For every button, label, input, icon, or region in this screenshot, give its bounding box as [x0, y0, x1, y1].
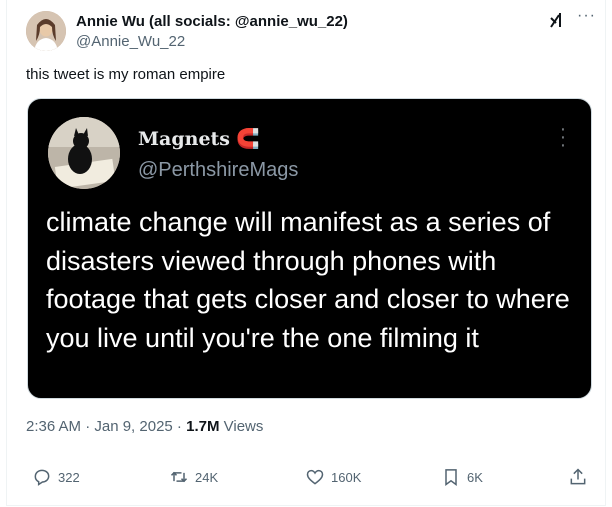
author-avatar[interactable] [26, 11, 66, 51]
meta-separator: · [172, 418, 187, 435]
grok-icon[interactable] [548, 10, 568, 30]
quoted-handle: @PerthshireMags [138, 159, 299, 181]
quoted-avatar [48, 117, 120, 189]
bookmark-count: 6K [467, 469, 483, 485]
action-bar: 322 24K 160K 6K [7, 461, 607, 493]
share-icon [570, 468, 586, 485]
views-label: Views [219, 418, 264, 435]
like-count: 160K [331, 469, 362, 485]
tweet-card: Annie Wu (all socials: @annie_wu_22) @An… [6, 0, 606, 506]
repost-count: 24K [195, 469, 219, 485]
tweet-meta: 2:36 AM · Jan 9, 2025 · 1.7M Views [26, 418, 263, 435]
magnet-icon: 🧲 [236, 128, 260, 150]
author-handle[interactable]: @Annie_Wu_22 [76, 33, 185, 50]
quoted-name-text: Magnets [138, 128, 231, 150]
timestamp[interactable]: 2:36 AM · Jan 9, 2025 [26, 418, 173, 435]
like-icon [306, 469, 324, 485]
bookmark-button[interactable]: 6K [441, 461, 483, 493]
reply-button[interactable]: 322 [32, 461, 80, 493]
quoted-text: climate change will manifest as a series… [46, 207, 570, 353]
quoted-media-image[interactable]: Magnets 🧲 @PerthshireMags · · · climate cha… [27, 98, 592, 399]
share-button[interactable] [568, 461, 588, 493]
views-count: 1.7M [186, 418, 220, 435]
repost-icon [170, 471, 188, 483]
cat-photo [48, 117, 120, 189]
repost-button[interactable]: 24K [169, 461, 218, 493]
reply-count: 322 [58, 469, 80, 485]
like-button[interactable]: 160K [305, 461, 361, 493]
quoted-more-icon: · · · [559, 118, 567, 156]
quoted-name: Magnets 🧲 [138, 127, 260, 150]
author-display-name[interactable]: Annie Wu (all socials: @annie_wu_22) [76, 13, 348, 30]
tweet-text: this tweet is my roman empire [26, 66, 226, 83]
bookmark-icon [445, 469, 457, 486]
avatar-photo [26, 11, 66, 51]
reply-icon [34, 469, 50, 486]
more-icon[interactable]: ··· [577, 6, 596, 26]
